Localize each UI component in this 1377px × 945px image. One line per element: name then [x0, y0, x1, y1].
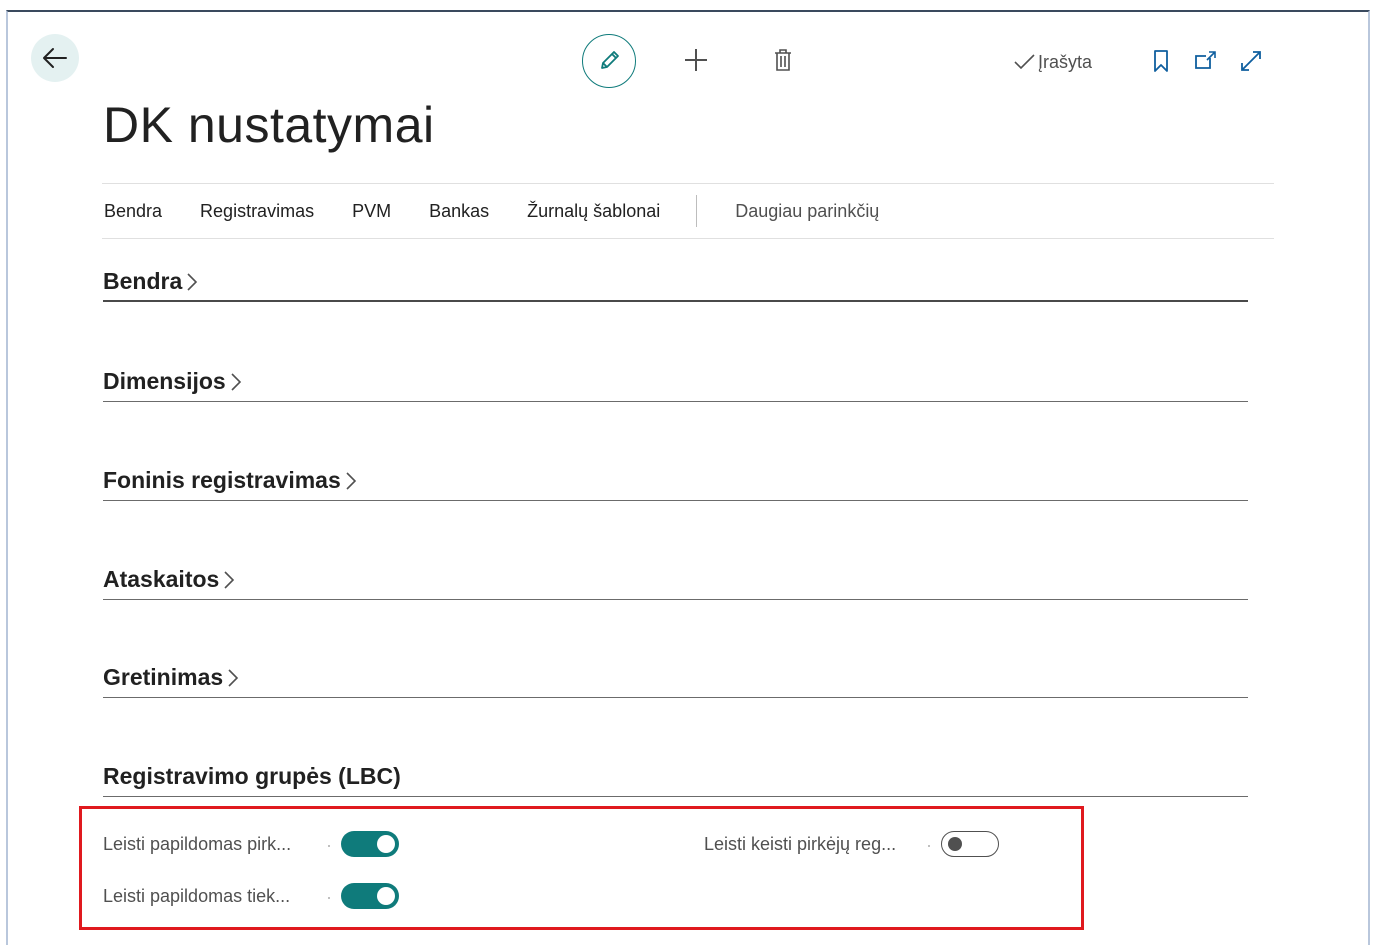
bookmark-button[interactable] — [1148, 46, 1174, 76]
section-title: Registravimo grupės (LBC) — [103, 763, 401, 789]
popout-button[interactable] — [1192, 46, 1220, 76]
section-title: Dimensijos — [103, 368, 226, 394]
bookmark-icon — [1154, 50, 1168, 72]
section-bendra[interactable]: Bendra — [103, 268, 1248, 302]
section-gretinimas[interactable]: Gretinimas — [103, 664, 1248, 698]
section-registravimo-grupes[interactable]: Registravimo grupės (LBC) — [103, 763, 1248, 797]
tab-divider — [696, 195, 698, 227]
expand-button[interactable] — [1237, 46, 1265, 76]
field-separator-dot — [328, 897, 330, 899]
plus-icon — [685, 49, 707, 71]
tab-bar: Bendra Registravimas PVM Bankas Žurnalų … — [102, 183, 1274, 239]
field-label-papildomas-pirk: Leisti papildomas pirk... — [103, 834, 292, 854]
field-label-keisti-pirkeju-reg: Leisti keisti pirkėjų reg... — [704, 834, 897, 854]
delete-button[interactable] — [768, 44, 798, 76]
edit-button[interactable] — [582, 34, 636, 88]
highlight-box — [79, 806, 1084, 930]
new-button[interactable] — [680, 44, 712, 76]
section-title: Ataskaitos — [103, 566, 220, 592]
section-foninis-registravimas[interactable]: Foninis registravimas — [103, 467, 1248, 501]
toggle-knob — [948, 837, 962, 851]
toggle-keisti-pirkeju-reg[interactable] — [941, 831, 999, 857]
tab-pvm[interactable]: PVM — [352, 201, 391, 222]
section-dimensijos[interactable]: Dimensijos — [103, 368, 1248, 402]
section-title: Bendra — [103, 268, 183, 294]
chevron-right-icon — [346, 472, 356, 490]
chevron-right-icon — [231, 373, 241, 391]
checkmark-icon — [1014, 54, 1035, 70]
field-separator-dot — [328, 845, 330, 847]
toggle-knob — [377, 835, 395, 853]
toggle-papildomas-tiek[interactable] — [341, 883, 399, 909]
section-title: Gretinimas — [103, 664, 224, 690]
trash-icon — [775, 49, 791, 71]
chevron-right-icon — [224, 571, 235, 589]
page-title: DK nustatymai — [103, 97, 435, 153]
toggle-papildomas-pirk[interactable] — [341, 831, 399, 857]
tab-zurnalu-sablonai[interactable]: Žurnalų šablonai — [527, 201, 660, 222]
section-ataskaitos[interactable]: Ataskaitos — [103, 566, 1248, 600]
chevron-right-icon — [187, 273, 198, 291]
tab-bendra[interactable]: Bendra — [104, 201, 162, 222]
saved-status: Įrašyta — [1012, 48, 1092, 76]
tab-bankas[interactable]: Bankas — [429, 201, 489, 222]
popout-icon — [1195, 51, 1216, 69]
saved-status-label: Įrašyta — [1038, 51, 1093, 72]
chevron-right-icon — [228, 669, 239, 687]
field-separator-dot — [928, 845, 930, 847]
expand-icon — [1241, 51, 1261, 71]
arrow-left-icon — [43, 48, 67, 68]
pencil-icon — [601, 51, 619, 69]
section-title: Foninis registravimas — [103, 467, 341, 493]
toggle-knob — [377, 887, 395, 905]
more-options-button[interactable]: Daugiau parinkčių — [735, 201, 879, 222]
tab-registravimas[interactable]: Registravimas — [200, 201, 314, 222]
field-label-papildomas-tiek: Leisti papildomas tiek... — [103, 886, 291, 906]
back-button[interactable] — [31, 34, 79, 82]
